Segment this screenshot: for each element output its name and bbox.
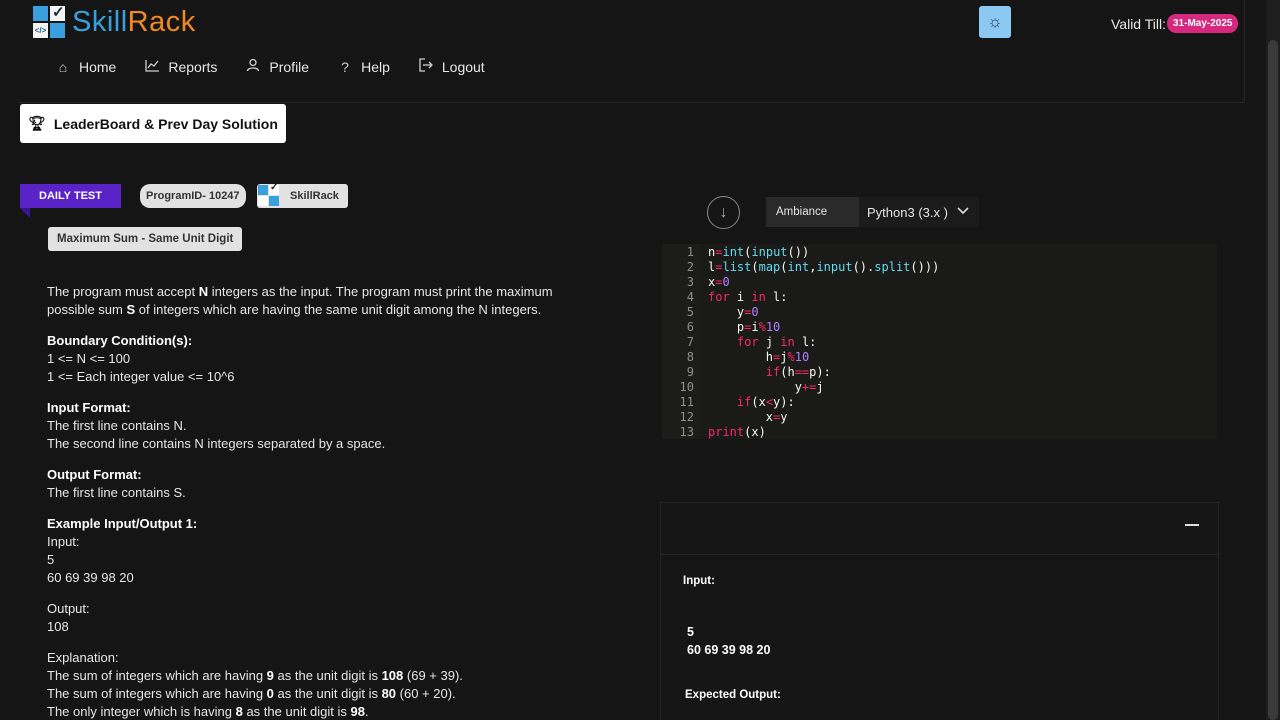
explanation-line: The only integer which is having 8 as th… xyxy=(47,704,369,719)
code-line: 13 print(x) xyxy=(679,425,766,439)
user-icon xyxy=(245,58,261,75)
valid-till-label: Valid Till: xyxy=(1111,15,1166,32)
skillrack-mini-icon: ✓ xyxy=(257,182,281,208)
header-divider xyxy=(18,102,1244,103)
sample-input-value: 5 60 69 39 98 20 xyxy=(687,625,771,657)
daily-test-tag: DAILY TEST xyxy=(20,184,121,208)
description-line: possible sum S of integers which are hav… xyxy=(47,302,542,317)
main-nav: ⌂ Home Reports Profile ? Help Logout xyxy=(55,58,485,75)
code-line: 11 if(x<y): xyxy=(679,395,795,409)
code-line: 4 for i in l: xyxy=(686,290,788,304)
boundary-line: 1 <= Each integer value <= 10^6 xyxy=(47,369,235,384)
test-output-panel xyxy=(660,502,1219,720)
theme-toggle-button[interactable]: ☼ xyxy=(979,6,1011,38)
expected-output-label: Expected Output: xyxy=(685,689,781,701)
panel-divider xyxy=(660,554,1219,555)
sun-icon: ☼ xyxy=(987,12,1003,31)
skillrack-logo[interactable]: </> ✓ SkillRack xyxy=(33,4,196,39)
example-input-line: 5 xyxy=(47,552,55,567)
example-input-line: 60 69 39 98 20 xyxy=(47,570,134,585)
collapse-icon[interactable] xyxy=(1185,524,1199,526)
home-icon: ⌂ xyxy=(58,58,68,75)
header-border xyxy=(1244,0,1245,103)
theme-select[interactable]: Ambiance xyxy=(766,197,859,227)
ribbon-fold xyxy=(20,208,30,218)
validity-info: Valid Till: 31-May-2025 xyxy=(1111,14,1239,33)
code-line: 10 y+=j xyxy=(679,380,824,394)
output-format-heading: Output Format: xyxy=(47,467,142,482)
explanation-line: The sum of integers which are having 9 a… xyxy=(47,668,463,683)
explanation-line: The sum of integers which are having 0 a… xyxy=(47,686,456,701)
question-icon: ? xyxy=(341,58,349,75)
nav-home[interactable]: ⌂ Home xyxy=(55,58,117,75)
example-heading: Example Input/Output 1: xyxy=(47,516,198,531)
input-format-line: The first line contains N. xyxy=(47,418,187,433)
nav-reports[interactable]: Reports xyxy=(144,58,217,75)
code-line: 2 l=list(map(int,input().split())) xyxy=(686,260,940,274)
code-line: 9 if(h==p): xyxy=(686,365,831,379)
output-format-line: The first line contains S. xyxy=(47,485,186,500)
code-line: 5 y=0 xyxy=(686,305,759,319)
code-line: 6 p=i%10 xyxy=(686,320,781,334)
leaderboard-button[interactable]: 🏆︎ LeaderBoard & Prev Day Solution xyxy=(20,104,286,143)
boundary-line: 1 <= N <= 100 xyxy=(47,351,131,366)
chevron-down-icon xyxy=(957,203,969,219)
description-line: The program must accept N integers as th… xyxy=(47,284,553,299)
brand-name: SkillRack xyxy=(72,6,196,38)
code-line: 8 h=j%10 xyxy=(686,350,810,364)
input-format-line: The second line contains N integers sepa… xyxy=(47,436,386,451)
explanation-label: Explanation: xyxy=(47,650,119,665)
code-line: 12 x=y xyxy=(679,410,788,424)
valid-till-date-badge: 31-May-2025 xyxy=(1166,14,1239,33)
source-badge: ✓ SkillRack xyxy=(257,182,348,208)
example-input-label: Input: xyxy=(47,534,80,549)
input-format-heading: Input Format: xyxy=(47,400,131,415)
code-line: 3 x=0 xyxy=(686,275,730,289)
page-scrollbar[interactable] xyxy=(1266,0,1280,720)
language-select[interactable]: Python3 (3.x ) xyxy=(859,197,979,227)
nav-profile[interactable]: Profile xyxy=(245,58,309,75)
nav-logout[interactable]: Logout xyxy=(418,58,485,75)
sample-input-label: Input: xyxy=(683,575,715,587)
boundary-heading: Boundary Condition(s): xyxy=(47,333,193,348)
program-id-badge: ProgramID- 10247 xyxy=(140,184,246,208)
logout-icon xyxy=(418,58,434,75)
example-output-label: Output: xyxy=(47,601,90,616)
code-editor[interactable]: 1 n=int(input()) 2 l=list(map(int,input().… xyxy=(662,244,1217,439)
trophy-icon: 🏆︎ xyxy=(28,115,46,131)
scrollbar-thumb[interactable] xyxy=(1268,40,1278,720)
code-line: 7 for j in l: xyxy=(686,335,817,349)
nav-help[interactable]: ? Help xyxy=(337,58,390,75)
scroll-down-button[interactable]: ↓ xyxy=(707,196,740,229)
logo-icon: </> ✓ xyxy=(33,4,66,39)
chart-icon xyxy=(144,59,160,75)
arrow-down-icon: ↓ xyxy=(719,203,728,221)
problem-title: Maximum Sum - Same Unit Digit xyxy=(48,227,243,251)
code-line: 1 n=int(input()) xyxy=(686,245,810,259)
example-output-line: 108 xyxy=(47,619,69,634)
problem-statement: The program must accept N integers as th… xyxy=(47,283,607,720)
